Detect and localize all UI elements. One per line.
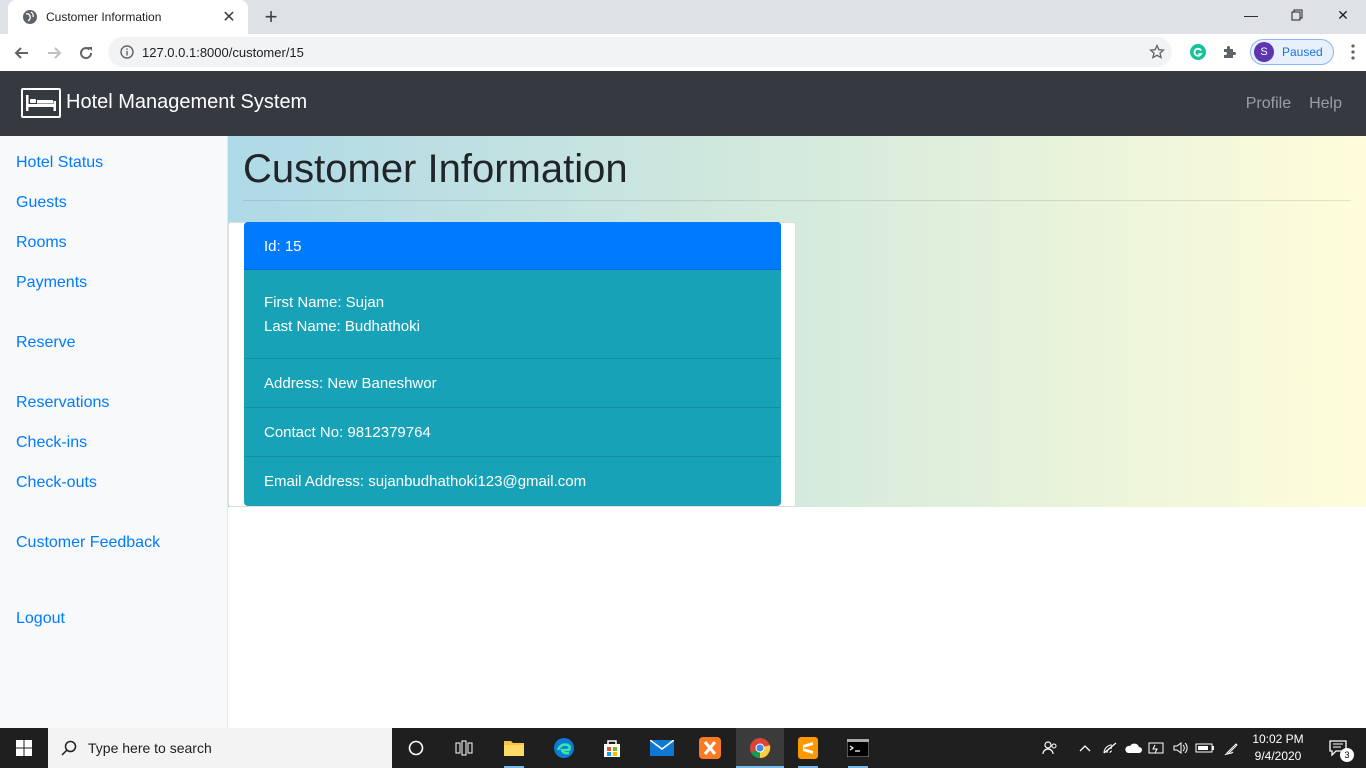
windows-taskbar: Type here to search 10:02 PM 9/4/2020 3 bbox=[0, 728, 1366, 768]
sidebar-item-reserve[interactable]: Reserve bbox=[16, 334, 76, 352]
network-icon[interactable] bbox=[1098, 728, 1122, 768]
customer-address-section: Address: New Baneshwor bbox=[244, 359, 781, 408]
grammarly-extension-icon[interactable] bbox=[1182, 37, 1214, 67]
customer-address: Address: New Baneshwor bbox=[264, 375, 437, 392]
globe-icon bbox=[23, 10, 37, 24]
main-content: Customer Information Id: 15 First Name: … bbox=[228, 136, 1366, 728]
mail-icon[interactable] bbox=[638, 728, 686, 768]
taskbar-search-box[interactable]: Type here to search bbox=[48, 728, 392, 768]
browser-tab[interactable]: Customer Information ✕ bbox=[8, 0, 248, 34]
sidebar-item-check-ins[interactable]: Check-ins bbox=[16, 434, 87, 452]
volume-icon[interactable] bbox=[1170, 728, 1192, 768]
sidebar-item-guests[interactable]: Guests bbox=[16, 194, 67, 212]
nav-help-link[interactable]: Help bbox=[1309, 95, 1342, 113]
task-view-icon[interactable] bbox=[440, 728, 488, 768]
taskbar-clock[interactable]: 10:02 PM 9/4/2020 bbox=[1248, 731, 1308, 765]
url-text: 127.0.0.1:8000/customer/15 bbox=[142, 44, 304, 60]
more-menu-icon[interactable] bbox=[1338, 37, 1366, 67]
customer-contact-section: Contact No: 9812379764 bbox=[244, 408, 781, 457]
notifications-icon[interactable]: 3 bbox=[1318, 728, 1358, 768]
sidebar-item-customer-feedback[interactable]: Customer Feedback bbox=[16, 534, 160, 552]
customer-id: Id: 15 bbox=[244, 222, 781, 270]
pen-icon[interactable] bbox=[1220, 728, 1244, 768]
sidebar-item-rooms[interactable]: Rooms bbox=[16, 234, 67, 252]
extension-area: S Paused bbox=[1182, 37, 1366, 67]
clock-time: 10:02 PM bbox=[1252, 732, 1304, 746]
address-bar[interactable]: 127.0.0.1:8000/customer/15 bbox=[108, 37, 1172, 67]
windows-start-icon[interactable] bbox=[0, 728, 48, 768]
page-title: Customer Information bbox=[243, 147, 628, 191]
onedrive-icon[interactable] bbox=[1122, 728, 1144, 768]
clock-date: 9/4/2020 bbox=[1254, 749, 1302, 763]
sidebar-item-logout[interactable]: Logout bbox=[16, 610, 65, 628]
app-navbar: Hotel Management System Profile Help bbox=[0, 71, 1366, 136]
sidebar: Hotel Status Guests Rooms Payments Reser… bbox=[0, 136, 228, 728]
customer-contact: Contact No: 9812379764 bbox=[264, 424, 431, 441]
xampp-icon[interactable] bbox=[686, 728, 734, 768]
customer-email: Email Address: sujanbudhathoki123@gmail.… bbox=[264, 473, 587, 490]
taskbar-search-placeholder: Type here to search bbox=[88, 740, 212, 756]
command-prompt-icon[interactable] bbox=[834, 728, 882, 768]
new-tab-icon[interactable]: + bbox=[258, 4, 284, 30]
sidebar-item-payments[interactable]: Payments bbox=[16, 274, 87, 292]
restore-icon[interactable] bbox=[1274, 0, 1320, 30]
bookmark-star-icon[interactable] bbox=[1142, 44, 1172, 60]
people-icon[interactable] bbox=[1036, 728, 1064, 768]
tab-close-icon[interactable]: ✕ bbox=[220, 7, 238, 27]
cortana-icon[interactable] bbox=[392, 728, 440, 768]
profile-status: Paused bbox=[1282, 45, 1323, 59]
chevron-up-icon[interactable] bbox=[1074, 728, 1096, 768]
file-explorer-icon[interactable] bbox=[490, 728, 538, 768]
minimize-icon[interactable]: — bbox=[1228, 0, 1274, 30]
browser-tabstrip: Customer Information ✕ + — ✕ bbox=[0, 0, 1366, 34]
bed-icon[interactable] bbox=[21, 88, 61, 118]
sidebar-item-hotel-status[interactable]: Hotel Status bbox=[16, 154, 103, 172]
reload-icon[interactable] bbox=[70, 37, 102, 69]
battery-icon[interactable] bbox=[1194, 728, 1216, 768]
microsoft-store-icon[interactable] bbox=[588, 728, 636, 768]
nav-profile-link[interactable]: Profile bbox=[1246, 95, 1291, 113]
tab-title: Customer Information bbox=[46, 10, 162, 24]
info-icon[interactable] bbox=[120, 45, 134, 59]
search-icon bbox=[61, 740, 77, 756]
profile-button[interactable]: S Paused bbox=[1250, 39, 1334, 65]
sublime-text-icon[interactable] bbox=[784, 728, 832, 768]
forward-icon[interactable] bbox=[38, 37, 70, 69]
customer-card: Id: 15 First Name: Sujan Last Name: Budh… bbox=[244, 222, 781, 506]
notification-count: 3 bbox=[1340, 748, 1354, 762]
extensions-puzzle-icon[interactable] bbox=[1214, 37, 1246, 67]
window-controls: — ✕ bbox=[1228, 0, 1366, 34]
back-icon[interactable] bbox=[6, 37, 38, 69]
browser-toolbar: 127.0.0.1:8000/customer/15 S Paused bbox=[0, 34, 1366, 71]
chrome-icon[interactable] bbox=[736, 728, 784, 768]
customer-name-section: First Name: Sujan Last Name: Budhathoki bbox=[244, 270, 781, 359]
customer-first-name: First Name: Sujan bbox=[264, 294, 385, 311]
battery-saver-icon[interactable] bbox=[1146, 728, 1168, 768]
sidebar-item-check-outs[interactable]: Check-outs bbox=[16, 474, 97, 492]
navbar-links: Profile Help bbox=[1246, 95, 1342, 113]
brand-title[interactable]: Hotel Management System bbox=[66, 91, 307, 114]
edge-icon[interactable] bbox=[540, 728, 588, 768]
close-window-icon[interactable]: ✕ bbox=[1320, 0, 1366, 30]
sidebar-item-reservations[interactable]: Reservations bbox=[16, 394, 109, 412]
avatar: S bbox=[1254, 42, 1274, 62]
title-divider bbox=[243, 200, 1351, 201]
customer-last-name: Last Name: Budhathoki bbox=[264, 318, 420, 335]
customer-email-section: Email Address: sujanbudhathoki123@gmail.… bbox=[244, 457, 781, 506]
